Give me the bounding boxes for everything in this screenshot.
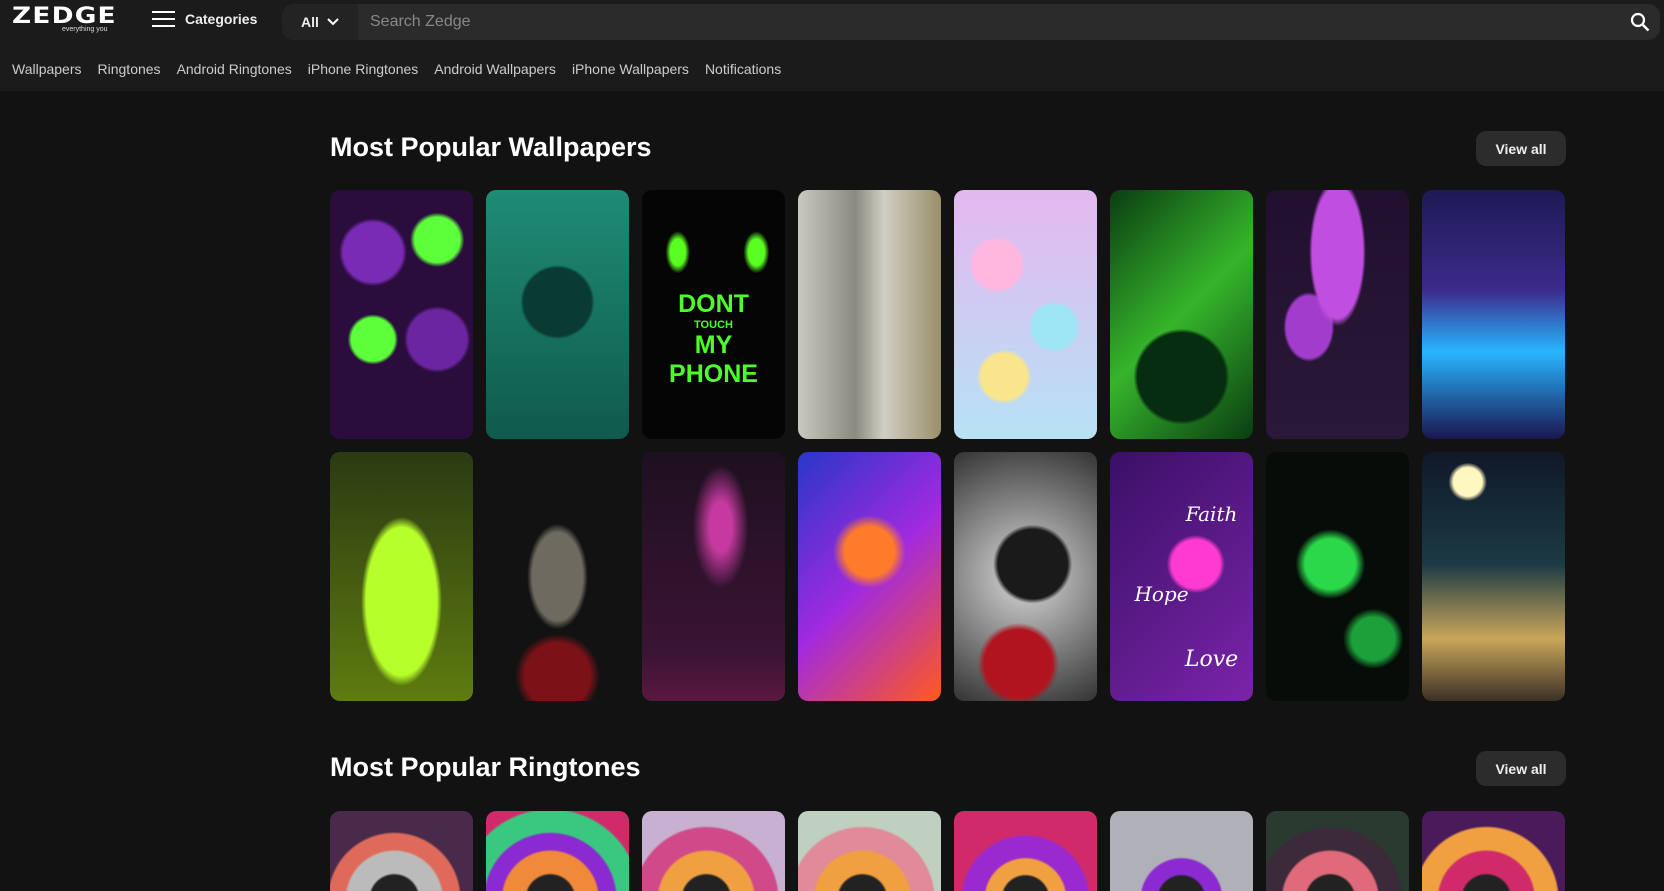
nav-link[interactable]: Android Wallpapers bbox=[434, 61, 556, 77]
chevron-down-icon bbox=[327, 18, 339, 26]
lettering-line: Love bbox=[1184, 647, 1239, 672]
ringtone-6[interactable] bbox=[1110, 811, 1253, 891]
ringtone-3[interactable] bbox=[642, 811, 785, 891]
wallpaper-fire-skull-hoodie[interactable] bbox=[798, 452, 941, 701]
wallpaper-dont-touch-my-phone[interactable]: DONT TOUCH MY PHONE bbox=[642, 190, 785, 439]
wallpaper-pink-rose-night[interactable] bbox=[642, 452, 785, 701]
wallpaper-toxic-jar[interactable] bbox=[330, 452, 473, 701]
search-scope-dropdown[interactable]: All bbox=[282, 4, 358, 40]
search-scope-value: All bbox=[301, 14, 319, 30]
categories-button[interactable]: Categories bbox=[152, 11, 257, 27]
nav-link[interactable]: iPhone Ringtones bbox=[308, 61, 419, 77]
ringtone-8[interactable] bbox=[1422, 811, 1565, 891]
wallpaper-pot-of-gold-rainbow[interactable] bbox=[1110, 190, 1253, 439]
nav-link[interactable]: iPhone Wallpapers bbox=[572, 61, 689, 77]
wallpaper-glowing-waterfall[interactable] bbox=[1422, 190, 1565, 439]
ringtone-2[interactable] bbox=[486, 811, 629, 891]
search-icon bbox=[1630, 12, 1650, 32]
ringtone-1[interactable] bbox=[330, 811, 473, 891]
view-all-wallpapers-button[interactable]: View all bbox=[1476, 131, 1566, 166]
wallpaper-faith-hope-love[interactable]: Faith Hope Love bbox=[1110, 452, 1253, 701]
ringtone-4[interactable] bbox=[798, 811, 941, 891]
ringtone-grid bbox=[330, 811, 1565, 891]
nav-link[interactable]: Notifications bbox=[705, 61, 781, 77]
wallpaper-dollar-bill[interactable] bbox=[798, 190, 941, 439]
lettering-line: Hope bbox=[1134, 582, 1189, 606]
zedge-logo[interactable]: ZEDGE everything you bbox=[12, 6, 132, 36]
wallpaper-pastel-flowers[interactable] bbox=[954, 190, 1097, 439]
wallpaper-green-flower[interactable] bbox=[1266, 452, 1409, 701]
wallpaper-praying-hands[interactable] bbox=[486, 452, 629, 701]
lettering-line: TOUCH bbox=[694, 319, 733, 331]
ringtone-7[interactable] bbox=[1266, 811, 1409, 891]
nav-links: Wallpapers Ringtones Android Ringtones iPho… bbox=[0, 44, 1664, 77]
logo-text: ZEDGE bbox=[12, 4, 117, 29]
section-title: Most Popular Wallpapers bbox=[330, 132, 652, 162]
lettering-line: PHONE bbox=[669, 360, 758, 388]
categories-label: Categories bbox=[185, 11, 258, 27]
header: ZEDGE everything you Categories All Wall… bbox=[0, 0, 1664, 91]
lettering-line: DONT bbox=[678, 290, 749, 318]
wallpaper-butterfly-rose[interactable] bbox=[954, 452, 1097, 701]
nav-link[interactable]: Android Ringtones bbox=[177, 61, 292, 77]
section-title: Most Popular Ringtones bbox=[330, 752, 641, 782]
hamburger-menu-icon bbox=[152, 11, 175, 27]
lettering-line: Faith bbox=[1185, 502, 1238, 526]
search-bar: All bbox=[282, 4, 1660, 40]
search-input[interactable] bbox=[358, 13, 1620, 31]
wallpaper-purple-mushrooms[interactable] bbox=[1266, 190, 1409, 439]
wallpaper-moonlit-beach[interactable] bbox=[1422, 452, 1565, 701]
wallpaper-four-leaf-clover[interactable] bbox=[486, 190, 629, 439]
wallpaper-lettering: DONT TOUCH MY PHONE bbox=[642, 290, 785, 389]
ringtone-5[interactable] bbox=[954, 811, 1097, 891]
wallpapers-section-header: Most Popular Wallpapers View all bbox=[330, 131, 1566, 166]
ringtones-section-header: Most Popular Ringtones View all bbox=[330, 751, 1566, 786]
wallpaper-grid: DONT TOUCH MY PHONE Faith Hope Love bbox=[330, 190, 1565, 701]
nav-link[interactable]: Ringtones bbox=[98, 61, 161, 77]
nav-link[interactable]: Wallpapers bbox=[12, 61, 82, 77]
lettering-line: MY bbox=[694, 331, 733, 359]
search-button[interactable] bbox=[1620, 4, 1660, 40]
wallpaper-purple-green-skulls[interactable] bbox=[330, 190, 473, 439]
logo-tagline: everything you bbox=[62, 26, 108, 33]
view-all-ringtones-button[interactable]: View all bbox=[1476, 751, 1566, 786]
